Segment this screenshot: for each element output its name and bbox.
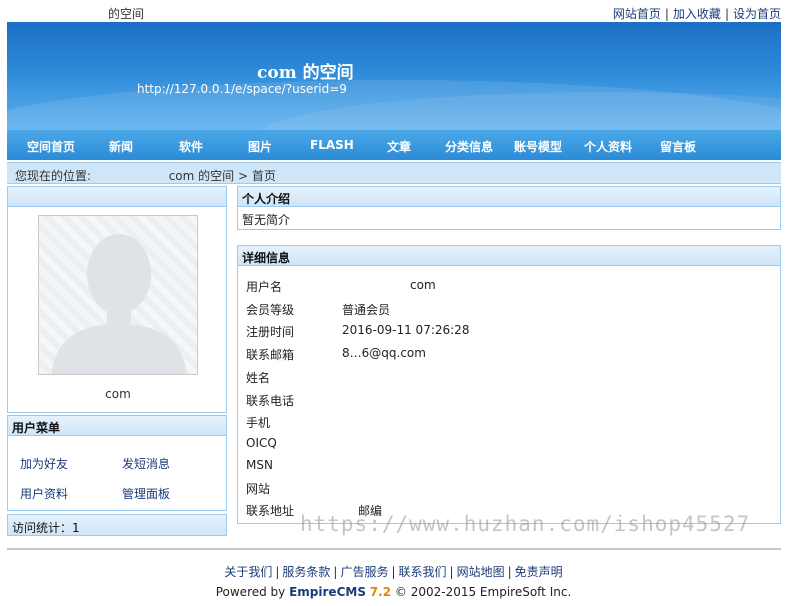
detail-label: 会员等级 <box>246 303 295 317</box>
copyright: © 2002-2015 EmpireSoft Inc. <box>394 585 572 599</box>
detail-label: 联系地址 <box>246 504 295 518</box>
breadcrumb-current: 首页 <box>251 169 276 183</box>
top-bar: 的空间 网站首页 | 加入收藏 | 设为首页 <box>0 0 787 22</box>
home-link[interactable]: 网站首页 <box>613 7 661 21</box>
intro-title: 个人介绍 <box>238 187 780 207</box>
avatar-panel: com <box>7 186 227 413</box>
detail-value: 2016-09-11 07:26:28 <box>342 323 470 337</box>
breadcrumb-arrow: > <box>237 169 249 183</box>
nav-news[interactable]: 新闻 <box>109 138 133 155</box>
brand-version: 7.2 <box>369 585 392 599</box>
send-message-link[interactable]: 发短消息 <box>122 455 170 472</box>
footer-sitemap-link[interactable]: 网站地图 <box>457 565 505 579</box>
powered-prefix: Powered by <box>215 585 286 599</box>
detail-label: 用户名 <box>246 280 283 294</box>
nav-pictures[interactable]: 图片 <box>248 138 272 155</box>
breadcrumb-space-link[interactable]: com 的空间 <box>169 169 234 183</box>
user-menu-title: 用户菜单 <box>8 416 226 436</box>
detail-label: 手机 <box>246 416 271 430</box>
user-info-link[interactable]: 用户资料 <box>20 485 68 502</box>
set-homepage-link[interactable]: 设为首页 <box>733 7 781 21</box>
detail-label: 联系邮箱 <box>246 348 295 362</box>
avatar-panel-header <box>8 187 226 207</box>
footer-terms-link[interactable]: 服务条款 <box>282 565 330 579</box>
footer-divider <box>7 548 781 550</box>
site-title: 的空间 <box>108 7 145 21</box>
detail-panel: 详细信息 用户名 com 会员等级 普通会员 注册时间 2016-09-11 0… <box>237 245 781 524</box>
nav-guestbook[interactable]: 留言板 <box>660 138 696 155</box>
breadcrumb-prefix: 您现在的位置: <box>15 169 92 183</box>
space-name: com 的空间 <box>257 63 354 83</box>
brand-name[interactable]: EmpireCMS <box>289 585 366 599</box>
space-url: http://127.0.0.1/e/space/?userid=9 <box>137 82 347 96</box>
intro-text: 暂无简介 <box>242 213 291 227</box>
add-favorite-link[interactable]: 加入收藏 <box>673 7 721 21</box>
detail-label: 联系电话 <box>246 394 295 408</box>
nav-flash[interactable]: FLASH <box>310 138 354 152</box>
nav-profile[interactable]: 个人资料 <box>584 138 632 155</box>
space-banner: com 的空间 http://127.0.0.1/e/space/?userid… <box>7 22 781 130</box>
top-links: 网站首页 | 加入收藏 | 设为首页 <box>612 7 781 21</box>
visit-counter: 访问统计：1 <box>7 514 227 536</box>
add-friend-link[interactable]: 加为好友 <box>20 455 68 472</box>
detail-label: 姓名 <box>246 371 271 385</box>
footer-about-link[interactable]: 关于我们 <box>224 565 272 579</box>
breadcrumb: 您现在的位置: com 的空间 > 首页 <box>7 162 781 184</box>
detail-label: 注册时间 <box>246 325 295 339</box>
main-nav: 空间首页 新闻 软件 图片 FLASH 文章 分类信息 账号模型 个人资料 留言… <box>7 130 781 160</box>
control-panel-link[interactable]: 管理面板 <box>122 485 170 502</box>
footer-contact-link[interactable]: 联系我们 <box>399 565 447 579</box>
nav-classified[interactable]: 分类信息 <box>445 138 493 155</box>
nav-space-home[interactable]: 空间首页 <box>27 138 75 155</box>
footer-disclaimer-link[interactable]: 免责声明 <box>515 565 563 579</box>
footer-ads-link[interactable]: 广告服务 <box>340 565 388 579</box>
intro-panel: 个人介绍 暂无简介 <box>237 186 781 230</box>
detail-label: 网站 <box>246 482 271 496</box>
detail-label: MSN <box>246 458 273 472</box>
default-avatar-icon <box>51 234 187 374</box>
detail-title: 详细信息 <box>238 246 780 266</box>
powered-by: Powered by EmpireCMS 7.2 © 2002-2015 Emp… <box>0 585 787 599</box>
detail-value: com <box>410 278 436 292</box>
detail-value: 普通会员 <box>342 303 391 317</box>
user-menu-panel: 用户菜单 加为好友 发短消息 用户资料 管理面板 <box>7 415 227 511</box>
watermark: https://www.huzhan.com/ishop45527 <box>300 512 751 536</box>
detail-value: 8…6@qq.com <box>342 346 426 360</box>
nav-articles[interactable]: 文章 <box>387 138 411 155</box>
nav-software[interactable]: 软件 <box>179 138 203 155</box>
profile-username: com <box>105 387 131 401</box>
avatar <box>38 215 198 375</box>
nav-account-model[interactable]: 账号模型 <box>514 138 562 155</box>
detail-label: OICQ <box>246 436 277 450</box>
footer-links: 关于我们 | 服务条款 | 广告服务 | 联系我们 | 网站地图 | 免责声明 <box>224 565 563 579</box>
